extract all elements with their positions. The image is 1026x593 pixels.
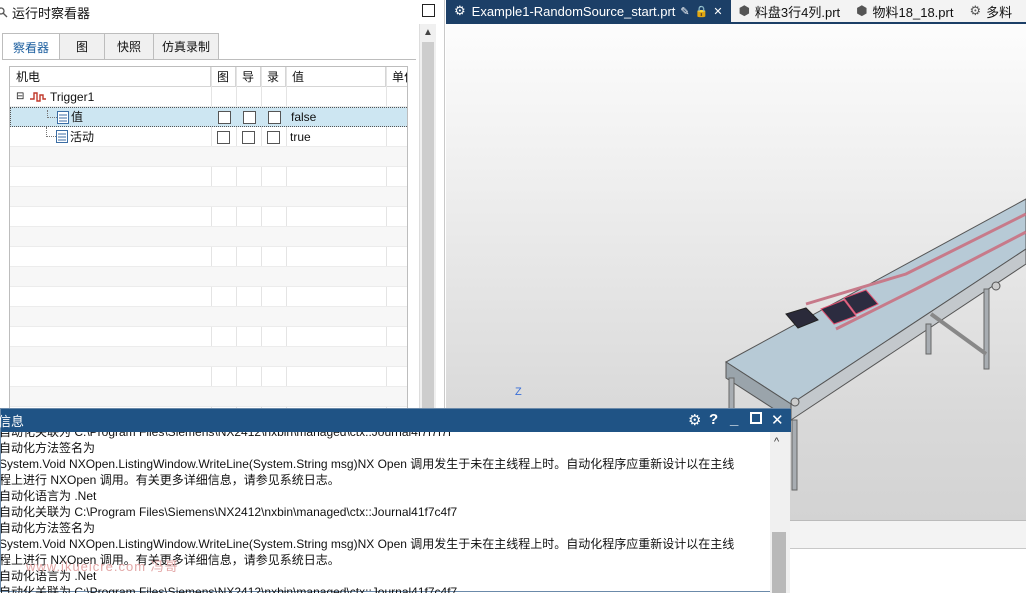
tree-connector [46,127,56,137]
row-name: 活动 [70,130,95,144]
tree-row-trigger1[interactable]: ⊟ Trigger1 [10,87,407,107]
log-line: 程上进行 NXOpen 调用。有关更多详细信息，请参见系统日志。 [1,473,340,487]
scrollbar-thumb[interactable] [772,532,786,593]
graph-checkbox[interactable] [217,131,230,144]
log-line: 自动化关联为 C:\Program Files\Siemens\NX2412\n… [1,432,452,439]
watermark: www.ikueicre.com 冯哥 [26,559,179,574]
property-icon [56,130,68,143]
tab-snapshot[interactable]: 快照 [104,33,155,59]
settings-icon[interactable]: ⚙ [688,411,701,429]
empty-row [10,307,407,327]
empty-row [10,267,407,287]
record-checkbox[interactable] [268,111,281,124]
part-icon: ⬢ [856,3,868,18]
tree-row-active[interactable]: 活动 true [10,127,407,147]
help-icon[interactable]: ? [709,411,718,428]
status-area [790,520,1026,592]
scroll-up-icon[interactable]: ▲ [423,27,433,38]
maximize-button[interactable] [422,4,435,17]
graph-checkbox[interactable] [218,111,231,124]
row-name: Trigger1 [50,90,95,104]
tab-divider [2,59,416,60]
minimize-icon[interactable]: _ [730,411,738,428]
log-line: System.Void NXOpen.ListingWindow.WriteLi… [1,537,735,551]
doc-tab-label: 物料18_18.prt [872,4,954,20]
tree-connector [47,110,57,118]
export-checkbox[interactable] [242,131,255,144]
panel-title-bar: 运行时察看器 [0,0,445,24]
close-icon[interactable]: ✕ [713,5,722,18]
doc-tab-label: 料盘3行4列.prt [754,4,841,20]
doc-tab-more[interactable]: ⚙ 多料 [961,0,1020,22]
axis-z-label: Z [515,386,522,398]
property-icon [57,111,69,124]
column-header-record[interactable]: 录 [261,67,286,87]
status-bar [790,521,1026,549]
inspector-grid: 机电 图 导 录 值 单位 ⊟ Trigger1 值 false [9,66,408,409]
tab-sim-record[interactable]: 仿真录制 [153,33,220,59]
empty-row [10,287,407,307]
log-line: 自动化方法签名为 [1,521,96,535]
part-icon: ⚙ [969,3,982,18]
empty-row [10,147,407,167]
record-checkbox[interactable] [267,131,280,144]
empty-row [10,207,407,227]
log-line: 自动化方法签名为 [1,441,96,455]
column-header-unit[interactable]: 单位 [386,67,407,87]
empty-row [10,167,407,187]
empty-row [10,367,407,387]
empty-row [10,387,407,407]
inspector-tabs: 察看器 图 快照 仿真录制 [2,33,220,60]
panel-title: 运行时察看器 [12,5,91,21]
maximize-icon[interactable] [750,412,762,424]
info-window-title: 信息 [0,414,25,429]
signal-icon [30,92,46,102]
empty-row [10,187,407,207]
tree-row-value[interactable]: 值 false [10,107,407,127]
lock-icon: 🔒 [694,5,709,18]
row-value: true [290,130,311,144]
doc-tab-label: 多料 [986,4,1013,20]
log-line: System.Void NXOpen.ListingWindow.WriteLi… [1,457,735,471]
settings-icon[interactable]: ⚙ [454,3,466,19]
doc-tab-material[interactable]: ⬢ 物料18_18.prt [848,0,961,22]
modified-icon: ✎ [680,5,690,18]
empty-row [10,327,407,347]
scroll-up-icon[interactable]: ^ [774,436,779,448]
panel-scrollbar[interactable]: ▲ [419,24,436,412]
log-line: 自动化关联为 C:\Program Files\Siemens\NX2412\n… [1,505,458,519]
tab-graph[interactable]: 图 [59,33,106,59]
collapse-icon[interactable]: ⊟ [16,87,24,107]
scrollbar-thumb[interactable] [422,42,434,412]
column-header-value[interactable]: 值 [286,67,386,87]
empty-row [10,347,407,367]
log-line: 自动化语言为 .Net [1,489,97,503]
doc-tab-label: Example1-RandomSource_start.prt [471,3,676,19]
info-window-title-bar[interactable]: 信息 ⚙ ? _ ✕ [0,409,791,432]
column-header-graph[interactable]: 图 [211,67,236,87]
tab-inspector[interactable]: 察看器 [2,33,61,60]
row-value: false [291,110,317,124]
row-name: 值 [71,110,84,124]
empty-row [10,227,407,247]
empty-row [10,247,407,267]
close-icon[interactable]: ✕ [771,411,784,429]
doc-tab-tray[interactable]: ⬢ 料盘3行4列.prt [731,0,849,22]
column-header-mechatronics[interactable]: 机电 [10,67,211,87]
inspector-icon [0,7,8,18]
part-icon: ⬢ [738,3,750,18]
column-header-export[interactable]: 导 [236,67,261,87]
export-checkbox[interactable] [243,111,256,124]
document-tabs: ⚙ Example1-RandomSource_start.prt ✎ 🔒 ✕ … [446,0,1026,24]
doc-tab-example1[interactable]: ⚙ Example1-RandomSource_start.prt ✎ 🔒 ✕ [446,0,731,22]
info-window-scrollbar[interactable]: ^ [770,432,790,593]
